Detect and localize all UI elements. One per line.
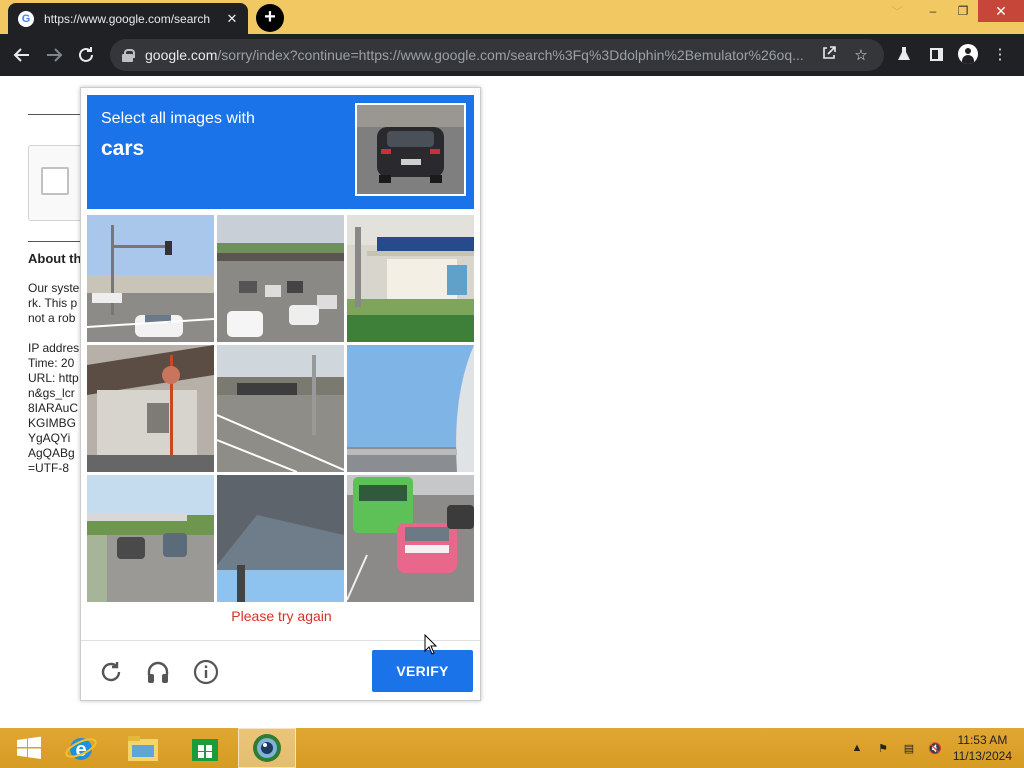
restore-button[interactable]: ❐: [948, 0, 978, 22]
taskbar-clock[interactable]: 11:53 AM 11/13/2024: [953, 732, 1012, 764]
image-grid: [87, 215, 474, 602]
grid-tile-9[interactable]: [347, 475, 474, 602]
minimize-button[interactable]: –: [918, 0, 948, 22]
grid-tile-4[interactable]: [87, 345, 214, 472]
grid-tile-3[interactable]: [347, 215, 474, 342]
start-button[interactable]: [0, 728, 58, 768]
error-message: Please try again: [231, 608, 332, 624]
tab-search-chevron-icon[interactable]: ﹀: [882, 0, 912, 22]
address-bar[interactable]: google.com/sorry/index?continue=https://…: [110, 39, 884, 71]
not-robot-checkbox[interactable]: [41, 167, 69, 195]
grid-tile-6[interactable]: [347, 345, 474, 472]
profile-avatar-icon[interactable]: [956, 42, 980, 66]
grid-tile-1[interactable]: [87, 215, 214, 342]
extension-flask-icon[interactable]: [892, 42, 916, 66]
windows-logo-icon: [17, 736, 41, 759]
system-tray: ▲ ⚑ ▤ 🔇: [848, 728, 944, 768]
windows-taskbar: e ▲ ⚑ ▤ 🔇 11:53 AM 11/13/2024: [0, 728, 1024, 768]
ie-icon[interactable]: e: [52, 728, 110, 768]
grid-tile-5[interactable]: [217, 345, 344, 472]
browser-toolbar: google.com/sorry/index?continue=https://…: [0, 34, 1024, 76]
chrome-icon[interactable]: [238, 728, 296, 768]
grid-tile-2[interactable]: [217, 215, 344, 342]
volume-muted-icon[interactable]: 🔇: [926, 742, 944, 755]
challenge-footer: VERIFY: [81, 640, 480, 701]
close-window-button[interactable]: ✕: [978, 0, 1024, 22]
verify-button[interactable]: VERIFY: [372, 650, 473, 692]
mouse-cursor-icon: [424, 633, 438, 661]
reload-icon[interactable]: [98, 659, 124, 685]
tab-close-icon[interactable]: ✕: [224, 11, 240, 27]
recaptcha-challenge: Select all images with cars Please try a…: [80, 87, 481, 701]
recaptcha-anchor-box: [28, 145, 88, 221]
toolbar-right: ⋮: [892, 42, 1012, 66]
page-info: IP addres Time: 20 URL: http n&gs_lcr 8I…: [28, 341, 80, 475]
file-explorer-icon[interactable]: [114, 728, 172, 768]
store-icon[interactable]: [176, 728, 234, 768]
clock-time: 11:53 AM: [957, 733, 1008, 747]
network-icon[interactable]: ▤: [900, 742, 918, 755]
instruction-text: Select all images with: [101, 110, 255, 127]
tray-overflow-chevron-icon[interactable]: ▲: [848, 742, 866, 754]
side-panel-icon[interactable]: [924, 42, 948, 66]
grid-tile-7[interactable]: [87, 475, 214, 602]
clock-date: 11/13/2024: [952, 749, 1012, 763]
window-controls: ﹀ – ❐ ✕: [882, 0, 1024, 22]
divider: [28, 241, 88, 242]
sample-car-image: [355, 103, 466, 196]
lock-icon[interactable]: [122, 48, 135, 62]
audio-icon[interactable]: [145, 659, 171, 685]
back-arrow-icon[interactable]: [10, 43, 34, 67]
browser-tab[interactable]: G https://www.google.com/search ✕: [8, 3, 248, 34]
action-center-flag-icon[interactable]: ⚑: [874, 742, 892, 755]
menu-kebab-icon[interactable]: ⋮: [988, 42, 1012, 66]
forward-arrow-icon[interactable]: [42, 43, 66, 67]
divider: [28, 114, 88, 115]
browser-titlebar: G https://www.google.com/search ✕ + ﹀ – …: [0, 0, 1024, 34]
bookmark-star-icon[interactable]: ☆: [850, 46, 872, 64]
info-icon[interactable]: [193, 659, 219, 685]
challenge-header: Select all images with cars: [87, 95, 474, 209]
share-icon[interactable]: [818, 45, 840, 65]
reload-icon[interactable]: [74, 43, 98, 67]
page-paragraph: Our syste rk. This p not a rob: [28, 281, 80, 325]
url-text[interactable]: google.com/sorry/index?continue=https://…: [145, 47, 808, 63]
new-tab-button[interactable]: +: [256, 4, 284, 32]
google-favicon-icon: G: [18, 10, 34, 27]
instruction-target: cars: [101, 137, 145, 160]
page-heading: About th: [28, 251, 82, 266]
grid-tile-8[interactable]: [217, 475, 344, 602]
tab-title: https://www.google.com/search: [44, 11, 211, 26]
